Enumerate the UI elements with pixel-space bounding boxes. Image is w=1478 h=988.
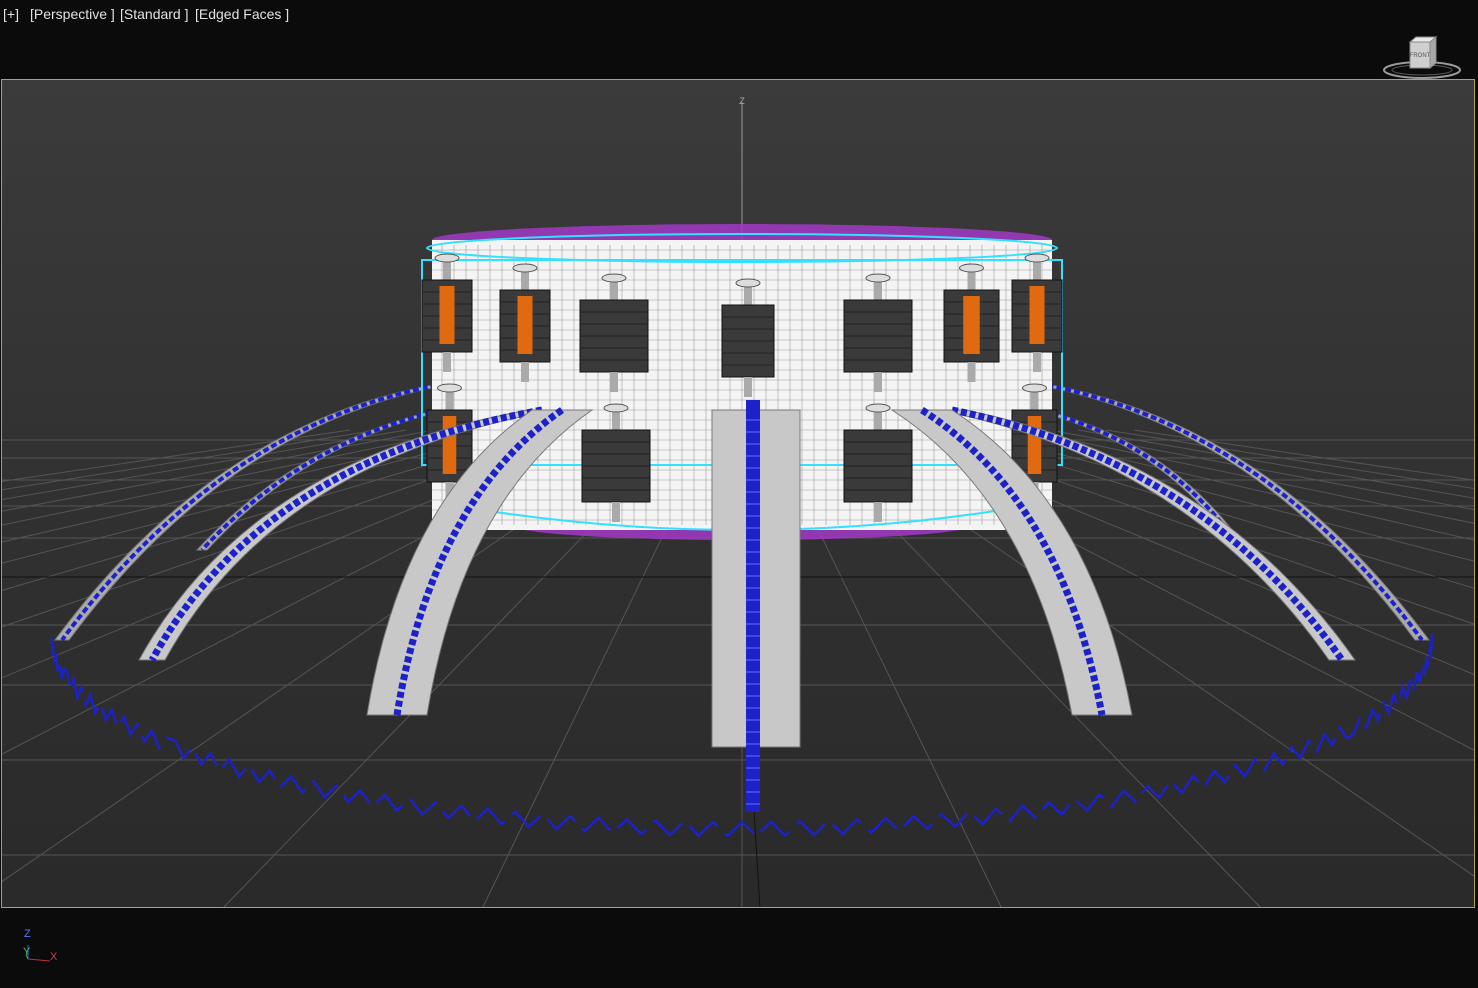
motor-orange-panel: [517, 296, 533, 354]
arch-legs-front: [138, 400, 1356, 812]
viewport-shading-label[interactable]: [Standard ]: [120, 6, 189, 22]
motor-shaft: [874, 502, 882, 522]
world-y-axis: [753, 809, 761, 907]
axis-z-label: Z: [24, 928, 31, 940]
scene-canvas[interactable]: Z: [2, 80, 1475, 908]
viewport-edges-label[interactable]: [Edged Faces ]: [195, 6, 289, 22]
viewport-menu-plus[interactable]: [+]: [3, 6, 19, 22]
motor-cap: [865, 273, 891, 283]
viewport-label-bar: [+] [Perspective ] [Standard ] [Edged Fa…: [0, 0, 1478, 30]
viewport-view-label[interactable]: [Perspective ]: [30, 6, 115, 22]
motor-cap: [735, 278, 761, 288]
motor-cap: [512, 263, 538, 273]
motor-shaft: [610, 372, 618, 392]
motor-shaft: [443, 352, 451, 372]
perspective-viewport[interactable]: Z: [1, 79, 1475, 908]
motor-cap: [603, 403, 629, 413]
motor-shaft: [1033, 352, 1041, 372]
viewcube-face-label: FRONT: [1410, 53, 1431, 59]
axis-y-label: Y: [23, 946, 31, 958]
motor-orange-panel: [439, 286, 455, 344]
grid-line: [2, 429, 407, 501]
axis-tripod-icon: Z Y X: [20, 925, 70, 970]
motor-shaft: [521, 362, 529, 382]
motor-shaft: [874, 372, 882, 392]
motor-cap: [434, 253, 460, 263]
motor-orange-panel: [1027, 416, 1042, 474]
motor-cap: [865, 403, 891, 413]
center-leg-spline: [746, 400, 760, 812]
motor-cap: [1024, 253, 1050, 263]
motor-cap: [959, 263, 984, 273]
motor-shaft: [967, 362, 976, 382]
motor-shaft: [744, 377, 752, 397]
world-z-axis-label: Z: [739, 96, 745, 106]
motor-cap: [437, 383, 462, 393]
axis-x-label: X: [50, 951, 58, 963]
grid-line: [1077, 429, 1474, 499]
motor-shaft: [612, 502, 620, 522]
motor-cap: [1022, 383, 1047, 393]
motor-cap: [601, 273, 627, 283]
motor-orange-panel: [1029, 286, 1045, 344]
motor-orange-panel: [442, 416, 457, 474]
motor-orange-panel: [963, 296, 980, 354]
